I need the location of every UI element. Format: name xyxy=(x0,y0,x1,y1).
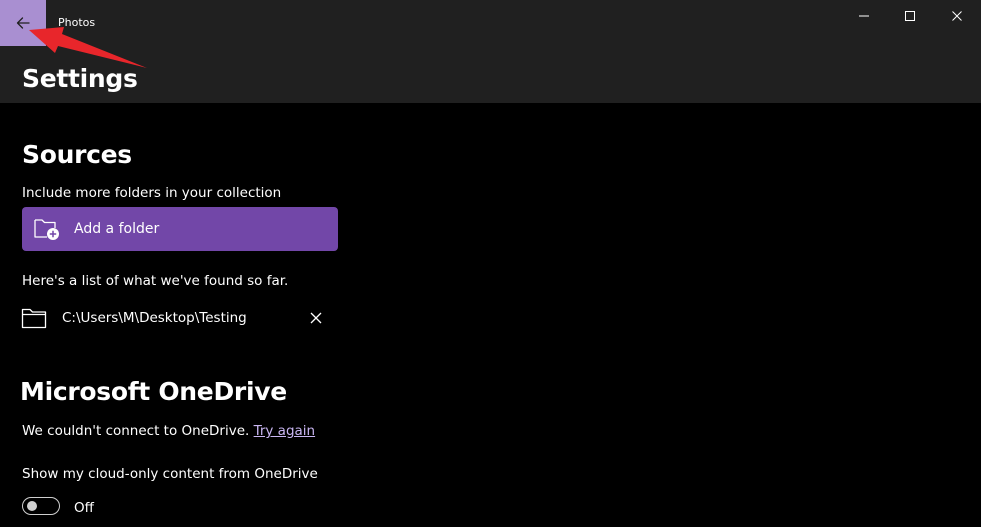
onedrive-error-text: We couldn't connect to OneDrive. xyxy=(22,423,250,439)
cloud-content-toggle[interactable] xyxy=(22,497,60,515)
try-again-link[interactable]: Try again xyxy=(254,423,316,439)
app-title: Photos xyxy=(58,16,96,29)
found-list-text: Here's a list of what we've found so far… xyxy=(22,273,289,289)
onedrive-status: We couldn't connect to OneDrive. Try aga… xyxy=(22,422,315,440)
cloud-content-label: Show my cloud-only content from OneDrive xyxy=(22,466,318,482)
toggle-state-label: Off xyxy=(74,500,94,516)
close-icon xyxy=(310,312,322,324)
folder-path: C:\Users\M\Desktop\Testing xyxy=(62,310,247,326)
close-button[interactable] xyxy=(934,0,980,32)
header-bar: Photos Settings xyxy=(0,0,981,103)
maximize-icon xyxy=(905,11,915,21)
sources-heading: Sources xyxy=(22,140,132,169)
onedrive-heading: Microsoft OneDrive xyxy=(20,377,287,406)
close-icon xyxy=(952,11,962,21)
photos-settings-window: Photos Settings Sources Include more fol… xyxy=(0,0,981,527)
add-folder-button[interactable]: Add a folder xyxy=(22,207,338,251)
add-folder-icon xyxy=(32,214,62,244)
add-folder-label: Add a folder xyxy=(74,221,160,237)
back-arrow-icon xyxy=(16,17,30,29)
minimize-button[interactable] xyxy=(841,0,887,32)
back-button[interactable] xyxy=(0,0,46,46)
folder-icon xyxy=(21,308,47,329)
maximize-button[interactable] xyxy=(887,0,933,32)
minimize-icon xyxy=(859,15,869,17)
sources-description: Include more folders in your collection xyxy=(22,185,282,201)
remove-folder-button[interactable] xyxy=(305,307,327,329)
page-title: Settings xyxy=(22,64,138,93)
toggle-knob xyxy=(27,501,37,511)
